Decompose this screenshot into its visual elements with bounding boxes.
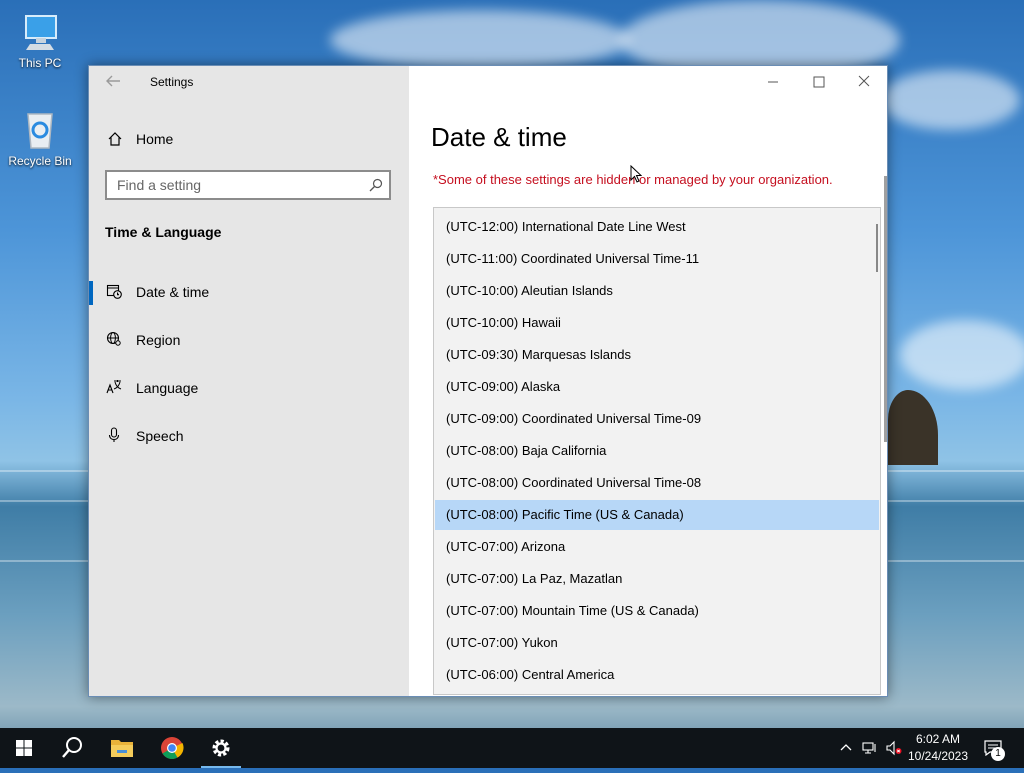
network-icon[interactable] <box>862 740 878 756</box>
desktop-icon-label: This PC <box>18 56 62 70</box>
notification-count-badge: 1 <box>991 747 1005 761</box>
time-zone-option[interactable]: (UTC-12:00) International Date Line West <box>435 212 879 242</box>
computer-icon <box>18 10 62 54</box>
nav-item-language[interactable]: Language <box>89 367 409 407</box>
back-button[interactable] <box>105 73 121 89</box>
time-zone-option[interactable]: (UTC-07:00) Yukon <box>435 628 879 658</box>
section-title: Time & Language <box>105 224 222 240</box>
time-zone-option[interactable]: (UTC-10:00) Aleutian Islands <box>435 276 879 306</box>
time-zone-option[interactable]: (UTC-07:00) Arizona <box>435 532 879 562</box>
list-scrollbar-thumb[interactable] <box>876 224 878 272</box>
mouse-cursor-icon <box>630 165 642 183</box>
recycle-bin-icon <box>18 108 62 152</box>
taskbar-search-button[interactable] <box>48 728 96 768</box>
start-icon <box>16 740 32 756</box>
search-box[interactable] <box>105 170 391 200</box>
content-pane: Date & time *Some of these settings are … <box>409 66 887 696</box>
time-zone-option[interactable]: (UTC-06:00) Central America <box>435 660 879 690</box>
nav-item-label: Language <box>136 380 199 396</box>
desktop-icon-recycle-bin[interactable]: Recycle Bin <box>0 108 80 168</box>
time-zone-option[interactable]: (UTC-07:00) La Paz, Mazatlan <box>435 564 879 594</box>
minimize-icon <box>768 81 778 83</box>
clock-date: 10/24/2023 <box>907 749 969 763</box>
search-icon[interactable] <box>369 178 383 192</box>
calendar-clock-icon <box>106 284 122 299</box>
close-icon <box>858 75 870 87</box>
time-zone-option[interactable]: (UTC-10:00) Hawaii <box>435 308 879 338</box>
system-clock[interactable]: 6:02 AM 10/24/2023 <box>905 731 971 765</box>
page-scrollbar[interactable] <box>884 176 887 442</box>
taskbar: 6:02 AM 10/24/2023 1 <box>0 728 1024 768</box>
clock-time: 6:02 AM <box>915 732 961 746</box>
settings-icon <box>212 739 230 757</box>
nav-item-label: Region <box>136 332 181 348</box>
desktop-icon-label: Recycle Bin <box>8 154 72 168</box>
home-label: Home <box>136 131 174 147</box>
volume-muted-icon[interactable] <box>886 740 902 756</box>
microphone-icon <box>108 427 120 442</box>
nav-item-speech[interactable]: Speech <box>89 415 409 455</box>
globe-icon <box>106 331 121 346</box>
chrome-icon <box>161 737 184 759</box>
time-zone-option[interactable]: (UTC-09:30) Marquesas Islands <box>435 340 879 370</box>
navigation-pane: Settings Home Time & Language Date & tim… <box>89 66 409 696</box>
rock-formation <box>888 390 938 465</box>
home-button[interactable]: Home <box>89 124 409 154</box>
maximize-button[interactable] <box>796 66 842 98</box>
back-arrow-icon <box>106 75 120 87</box>
file-explorer-button[interactable] <box>98 728 146 768</box>
minimize-button[interactable] <box>750 66 796 98</box>
time-zone-option[interactable]: (UTC-08:00) Coordinated Universal Time-0… <box>435 468 879 498</box>
settings-taskbar-button[interactable] <box>197 728 245 768</box>
time-zone-option[interactable]: (UTC-07:00) Mountain Time (US & Canada) <box>435 596 879 626</box>
title-bar[interactable]: Settings <box>89 66 409 98</box>
page-title: Date & time <box>431 122 567 152</box>
search-input[interactable] <box>117 176 357 194</box>
nav-item-date-time[interactable]: Date & time <box>89 271 409 311</box>
maximize-icon <box>813 76 825 88</box>
chevron-up-icon[interactable] <box>838 740 854 756</box>
home-icon <box>108 132 122 146</box>
time-zone-option[interactable]: (UTC-09:00) Coordinated Universal Time-0… <box>435 404 879 434</box>
language-icon <box>106 380 122 394</box>
start-button[interactable] <box>0 728 48 768</box>
time-zone-option[interactable]: (UTC-08:00) Baja California <box>435 436 879 466</box>
window-title: Settings <box>150 75 194 89</box>
search-icon <box>62 737 82 758</box>
chrome-button[interactable] <box>148 728 196 768</box>
time-zone-option[interactable]: (UTC-11:00) Coordinated Universal Time-1… <box>435 244 879 274</box>
time-zone-dropdown-list[interactable]: (UTC-12:00) International Date Line West… <box>433 207 881 695</box>
desktop-icon-this-pc[interactable]: This PC <box>0 10 80 70</box>
close-button[interactable] <box>841 66 887 98</box>
time-zone-option[interactable]: (UTC-09:00) Alaska <box>435 372 879 402</box>
nav-item-label: Date & time <box>136 284 210 300</box>
file-explorer-icon <box>111 740 133 757</box>
time-zone-option-selected[interactable]: (UTC-08:00) Pacific Time (US & Canada) <box>435 500 879 530</box>
nav-item-label: Speech <box>136 428 184 444</box>
selection-indicator <box>89 281 93 305</box>
nav-item-region[interactable]: Region <box>89 319 409 359</box>
settings-window: Settings Home Time & Language Date & tim… <box>88 65 888 697</box>
